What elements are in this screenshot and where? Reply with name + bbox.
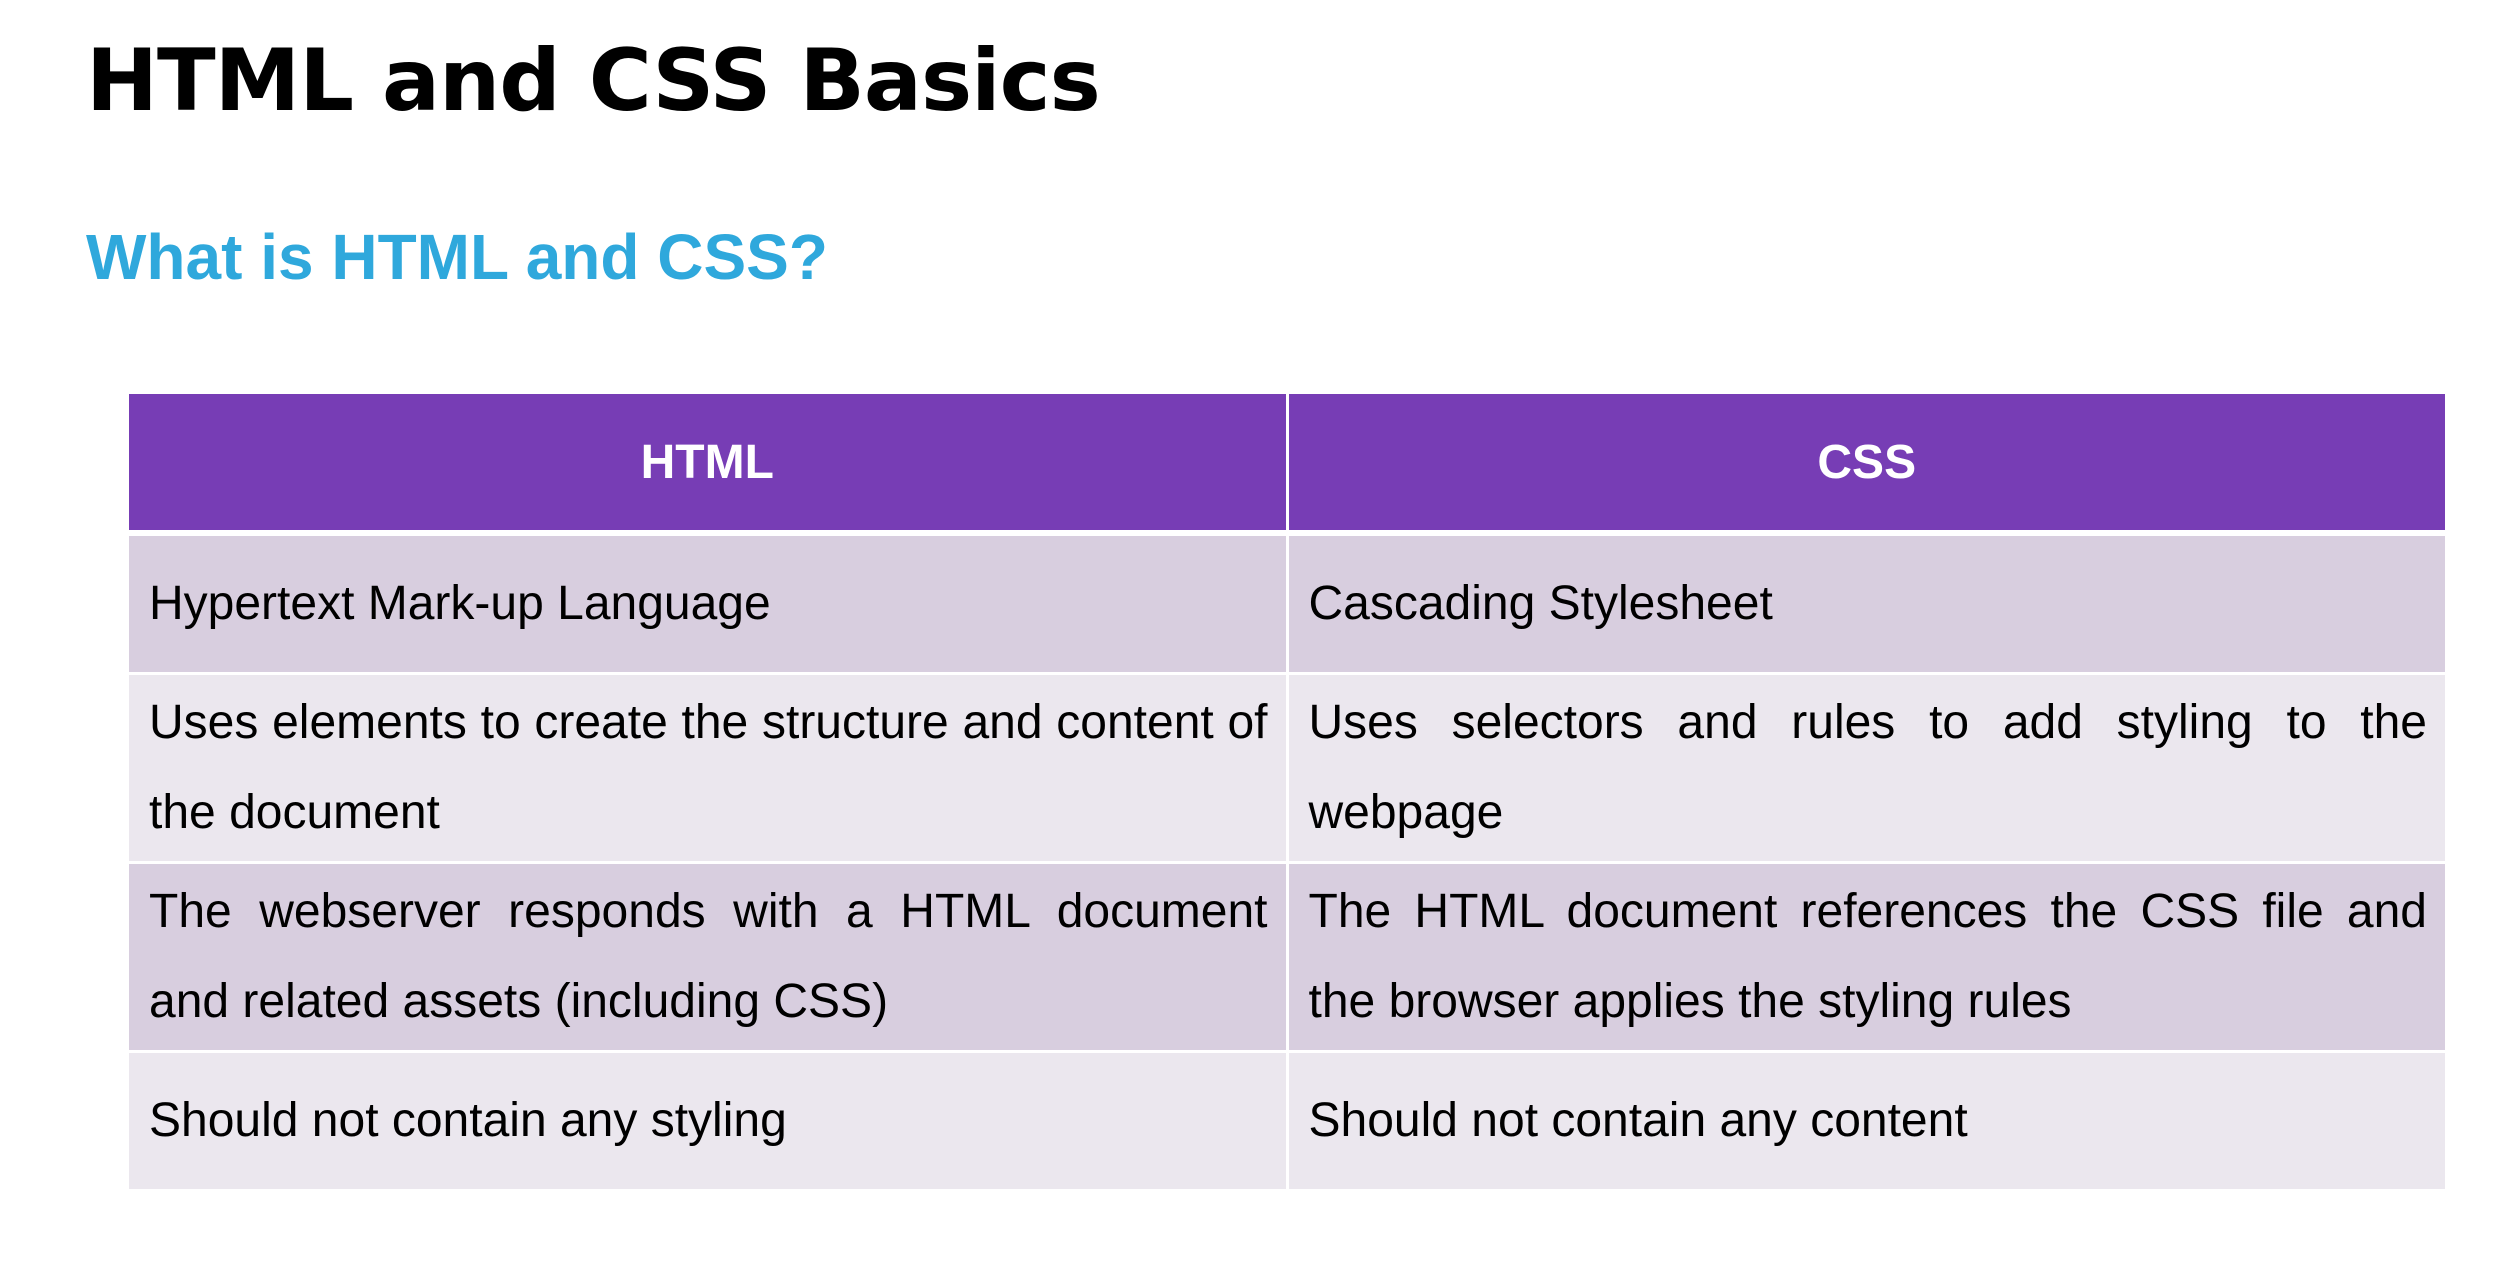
table-row: Uses elements to create the structure an… — [129, 672, 2445, 864]
slide-title: HTML and CSS Basics — [86, 31, 1101, 131]
table-row: Should not contain any styling Should no… — [129, 1050, 2445, 1189]
table-cell-html: Hypertext Mark-up Language — [129, 531, 1289, 675]
comparison-table: HTML CSS Hypertext Mark-up Language Casc… — [129, 394, 2445, 1189]
table-cell-css: Uses selectors and rules to add styling … — [1285, 672, 2445, 864]
table-row: Hypertext Mark-up Language Cascading Sty… — [129, 531, 2445, 675]
table-row: The webserver responds with a HTML docum… — [129, 861, 2445, 1053]
table-cell-html: The webserver responds with a HTML docum… — [129, 861, 1289, 1053]
column-header-css: CSS — [1285, 394, 2445, 536]
table-cell-html: Should not contain any styling — [129, 1050, 1289, 1189]
table-cell-css: The HTML document references the CSS fil… — [1285, 861, 2445, 1053]
slide-subtitle: What is HTML and CSS? — [86, 221, 828, 293]
table-cell-css: Should not contain any content — [1285, 1050, 2445, 1189]
table-header-row: HTML CSS — [129, 394, 2445, 536]
table-cell-html: Uses elements to create the structure an… — [129, 672, 1289, 864]
column-header-html: HTML — [129, 394, 1289, 536]
table-cell-css: Cascading Stylesheet — [1285, 531, 2445, 675]
